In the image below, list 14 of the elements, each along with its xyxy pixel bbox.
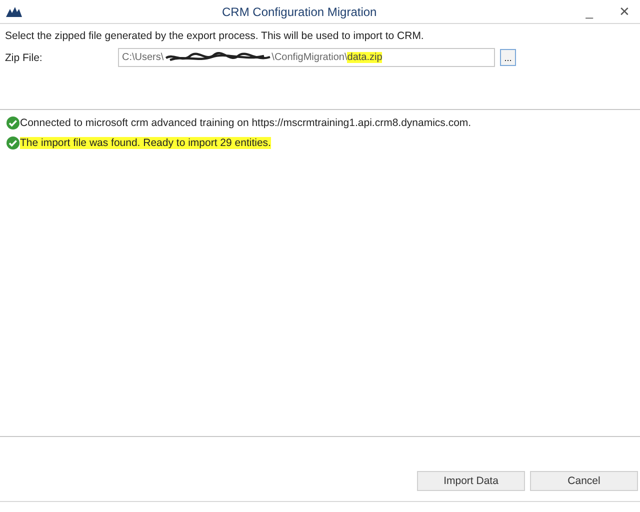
zip-file-label: Zip File: [5, 52, 44, 64]
close-button[interactable]: ✕ [615, 4, 634, 19]
check-icon [6, 116, 20, 130]
log-message: Connected to microsoft crm advanced training on https://mscrmtraining1.api.crm8.dynamics.com. [20, 117, 472, 129]
check-icon [6, 136, 20, 150]
zip-file-field[interactable]: C:\Users\ \ConfigMigration\data.zip [118, 48, 495, 67]
instruction-text: Select the zipped file generated by the export process. This will be used to import to CRM. [5, 30, 425, 42]
minimize-button[interactable]: _ [582, 4, 597, 19]
window-title: CRM Configuration Migration [222, 4, 377, 18]
browse-button[interactable]: ... [500, 49, 516, 66]
cancel-button[interactable]: Cancel [530, 471, 638, 491]
logo-icon [6, 6, 22, 16]
log-message: The import file was found. Ready to import 29 entities. [20, 137, 271, 149]
import-data-button[interactable]: Import Data [417, 471, 525, 491]
